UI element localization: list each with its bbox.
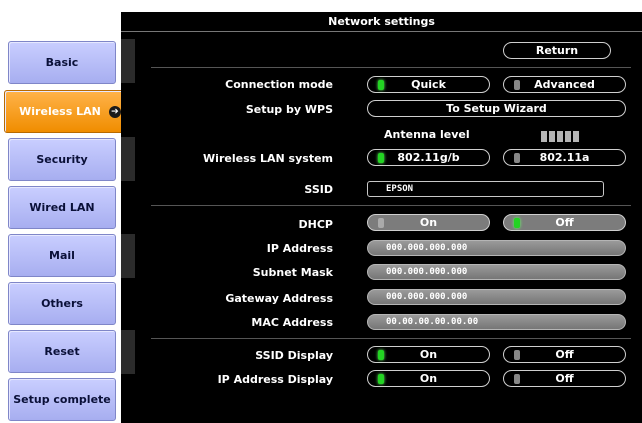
gateway-address-value: 000.000.000.000: [386, 292, 468, 302]
wps-label: Setup by WPS: [245, 103, 333, 116]
option-label: Off: [555, 348, 574, 361]
nav-item-wireless-lan[interactable]: Wireless LAN ➔: [4, 90, 136, 133]
nav-item-security[interactable]: Security: [8, 138, 116, 181]
nav-item-mail[interactable]: Mail: [8, 234, 116, 277]
wlan-80211gb-radio[interactable]: 802.11g/b: [367, 149, 490, 166]
ssid-label: SSID: [304, 183, 333, 196]
option-label: Quick: [411, 78, 446, 91]
nav-item-label: Mail: [49, 249, 75, 262]
option-label: On: [419, 216, 438, 229]
nav-item-basic[interactable]: Basic: [8, 41, 116, 84]
dhcp-off-radio[interactable]: Off: [503, 214, 626, 231]
led-on-icon: [378, 80, 384, 90]
wireless-lan-system-label: Wireless LAN system: [203, 152, 333, 165]
ssid-value: EPSON: [386, 184, 414, 194]
wlan-80211a-radio[interactable]: 802.11a: [503, 149, 626, 166]
dhcp-on-radio[interactable]: On: [367, 214, 490, 231]
led-off-icon: [378, 218, 384, 228]
led-on-icon: [514, 218, 520, 228]
nav-item-label: Basic: [45, 56, 79, 69]
led-on-icon: [378, 374, 384, 384]
ssid-input[interactable]: EPSON: [367, 181, 604, 197]
option-label: Off: [555, 372, 574, 385]
dhcp-label: DHCP: [298, 218, 333, 231]
nav-item-label: Security: [36, 153, 88, 166]
ssid-display-on-radio[interactable]: On: [367, 346, 490, 363]
option-label: Advanced: [534, 78, 595, 91]
mac-address-value: 00.00.00.00.00.00: [386, 317, 479, 327]
led-off-icon: [514, 153, 520, 163]
panel-edge: [121, 39, 135, 83]
option-label: On: [419, 348, 438, 361]
divider: [151, 338, 631, 339]
setup-wizard-button[interactable]: To Setup Wizard: [367, 100, 626, 117]
nav-item-setup-complete[interactable]: Setup complete: [8, 378, 116, 421]
gateway-address-field[interactable]: 000.000.000.000: [367, 289, 626, 305]
connection-mode-advanced-radio[interactable]: Advanced: [503, 76, 626, 93]
setup-wizard-label: To Setup Wizard: [446, 102, 547, 115]
led-on-icon: [378, 153, 384, 163]
option-label: Off: [555, 216, 574, 229]
return-button[interactable]: Return: [503, 42, 611, 59]
nav-item-others[interactable]: Others: [8, 282, 116, 325]
ip-address-label: IP Address: [266, 242, 333, 255]
ssid-display-off-radio[interactable]: Off: [503, 346, 626, 363]
led-off-icon: [514, 350, 520, 360]
subnet-mask-value: 000.000.000.000: [386, 267, 468, 277]
led-off-icon: [514, 80, 520, 90]
antenna-signal-icon: [541, 127, 581, 146]
connection-mode-quick-radio[interactable]: Quick: [367, 76, 490, 93]
led-on-icon: [378, 350, 384, 360]
connection-mode-label: Connection mode: [225, 78, 333, 91]
option-label: On: [419, 372, 438, 385]
antenna-level-label: Antenna level: [384, 128, 470, 141]
subnet-mask-field[interactable]: 000.000.000.000: [367, 264, 626, 280]
nav-item-label: Wired LAN: [29, 201, 95, 214]
divider: [151, 205, 631, 206]
mac-address-label: MAC Address: [251, 316, 333, 329]
option-label: 802.11g/b: [397, 151, 460, 164]
subnet-mask-label: Subnet Mask: [252, 266, 333, 279]
ip-address-value: 000.000.000.000: [386, 243, 468, 253]
mac-address-field: 00.00.00.00.00.00: [367, 314, 626, 330]
ssid-display-label: SSID Display: [255, 349, 333, 362]
led-off-icon: [514, 374, 520, 384]
nav-item-label: Others: [41, 297, 83, 310]
divider: [151, 67, 631, 68]
panel-title: Network settings: [121, 12, 642, 32]
nav-item-reset[interactable]: Reset: [8, 330, 116, 373]
ip-display-on-radio[interactable]: On: [367, 370, 490, 387]
ip-display-off-radio[interactable]: Off: [503, 370, 626, 387]
return-label: Return: [535, 44, 579, 57]
nav-item-wired-lan[interactable]: Wired LAN: [8, 186, 116, 229]
option-label: 802.11a: [539, 151, 590, 164]
network-settings-panel: Network settings Return Connection mode …: [121, 12, 642, 423]
ip-address-display-label: IP Address Display: [217, 373, 333, 386]
ip-address-field[interactable]: 000.000.000.000: [367, 240, 626, 256]
nav-item-label: Wireless LAN: [19, 105, 101, 118]
gateway-address-label: Gateway Address: [225, 292, 333, 305]
nav-item-label: Reset: [44, 345, 80, 358]
nav-item-label: Setup complete: [13, 393, 111, 406]
arrow-icon: ➔: [108, 105, 121, 118]
